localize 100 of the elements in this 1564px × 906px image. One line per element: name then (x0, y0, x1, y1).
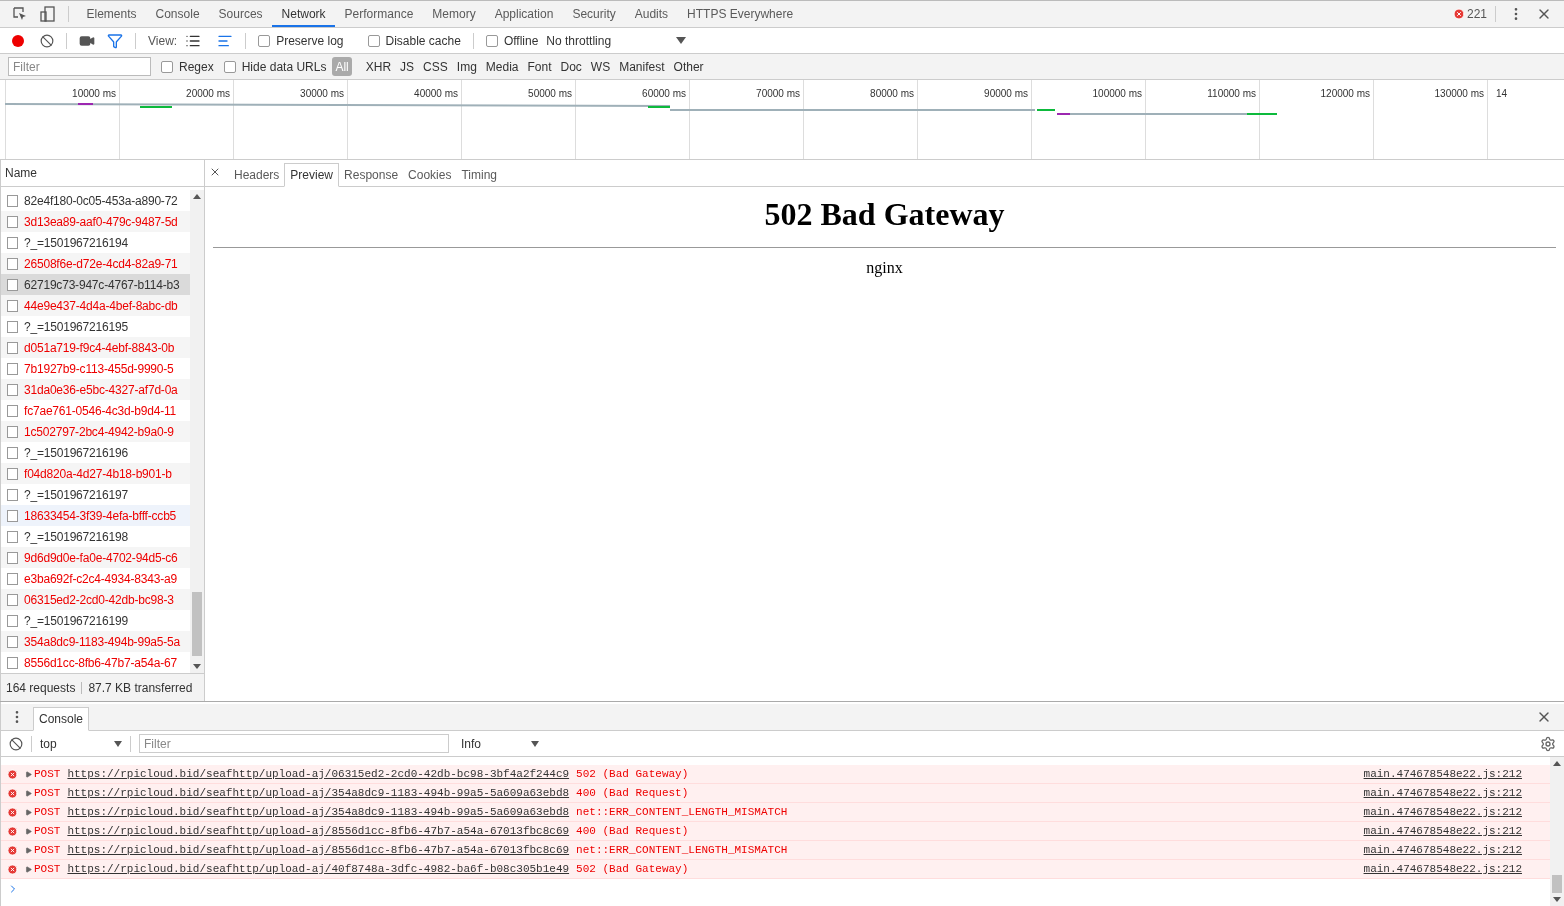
type-filter[interactable]: XHR (362, 57, 395, 76)
error-status: net::ERR_CONTENT_LENGTH_MISMATCH (576, 804, 788, 820)
request-row[interactable]: 26508f6e-d72e-4cd4-82a9-71 (1, 253, 190, 274)
type-filter[interactable]: Media (482, 57, 522, 76)
type-filter[interactable]: JS (397, 57, 418, 76)
source-link[interactable]: main.474678548e22.js:212 (1363, 803, 1522, 821)
close-icon[interactable] (209, 166, 221, 178)
detail-tab[interactable]: Response (339, 163, 404, 187)
panel-tab[interactable]: Audits (625, 1, 678, 27)
panel-tab[interactable]: Network (272, 1, 336, 27)
time-tick-label: 30000 ms (300, 88, 344, 99)
panel-tab[interactable]: Security (562, 1, 626, 27)
request-url[interactable]: https://rpicloud.bid/seafhttp/upload-aj/40f8748a-3dfc-4982-ba6f-b08c305b1e49 (67, 860, 570, 878)
type-filter[interactable]: Other (670, 57, 707, 76)
timeline-overview[interactable]: 10000 ms 20000 ms 30000 ms 40000 ms 50000 ms 60000 ms 70000 ms 80000 ms 90000 ms 100000 ms 110000 ms 120000 ms 130000 ms 14 (0, 80, 1564, 160)
inspect-icon[interactable] (12, 6, 28, 22)
panel-tab[interactable]: Application (485, 1, 563, 27)
error-status: net::ERR_CONTENT_LENGTH_MISMATCH (576, 842, 788, 858)
panel-tab[interactable]: Console (146, 1, 210, 27)
source-link[interactable]: main.474678548e22.js:212 (1363, 765, 1522, 783)
request-row[interactable]: 62719c73-947c-4767-b114-b3 (1, 274, 190, 295)
error-icon (7, 863, 18, 875)
scrollbar[interactable] (190, 190, 204, 673)
checkbox[interactable]: Offline (485, 31, 539, 50)
panel-tab[interactable]: Elements (77, 1, 147, 27)
record-button[interactable] (12, 34, 24, 47)
type-filter[interactable]: Font (524, 57, 555, 76)
request-row[interactable]: d051a719-f9c4-4ebf-8843-0b (1, 337, 190, 358)
console-filter-field[interactable]: Filter (139, 734, 449, 753)
expand-icon[interactable] (25, 808, 32, 816)
throttling-select[interactable]: No throttling (546, 31, 687, 50)
drawer-tab[interactable]: Console (33, 707, 90, 731)
type-filter[interactable]: Img (453, 57, 480, 76)
detail-tab[interactable]: Headers (229, 163, 285, 187)
level-select[interactable]: Info (461, 734, 539, 753)
detail-tab[interactable]: Timing (456, 163, 502, 187)
checkbox[interactable]: Regex (161, 57, 214, 76)
file-icon (7, 362, 18, 375)
expand-icon[interactable] (25, 770, 32, 778)
view-label: View: (148, 32, 178, 50)
checkbox[interactable]: Preserve log (258, 31, 344, 50)
file-icon (7, 320, 18, 333)
checkbox[interactable]: Disable cache (367, 31, 461, 50)
file-icon (7, 341, 18, 354)
request-row[interactable]: 9d6d9d0e-fa0e-4702-94d5-c6 (1, 547, 190, 568)
source-link[interactable]: main.474678548e22.js:212 (1363, 860, 1522, 878)
request-url[interactable]: https://rpicloud.bid/seafhttp/upload-aj/354a8dc9-1183-494b-99a5-5a609a63ebd8 (67, 784, 570, 802)
context-select[interactable]: top (40, 734, 122, 753)
expand-icon[interactable] (25, 865, 32, 873)
file-icon (7, 215, 18, 228)
request-row[interactable]: 31da0e36-e5bc-4327-af7d-0a (1, 379, 190, 400)
detail-tab[interactable]: Cookies (403, 163, 457, 187)
request-method: POST (34, 785, 61, 801)
clear-icon[interactable] (9, 736, 23, 751)
error-icon (7, 844, 18, 856)
expand-icon[interactable] (25, 846, 32, 854)
request-row[interactable]: 3d13ea89-aaf0-479c-9487-5d (1, 211, 190, 232)
request-row[interactable]: 1c502797-2bc4-4942-b9a0-9 (1, 421, 190, 442)
type-filter[interactable]: WS (587, 57, 614, 76)
expand-icon[interactable] (25, 827, 32, 835)
file-icon (7, 551, 18, 564)
request-row[interactable]: 18633454-3f39-4efa-bfff-ccb5 (1, 505, 190, 526)
error-icon (7, 768, 18, 780)
request-row[interactable]: 44e9e437-4d4a-4bef-8abc-db (1, 295, 190, 316)
clear-icon[interactable] (40, 33, 54, 48)
type-filter[interactable]: Manifest (616, 57, 668, 76)
column-header[interactable]: Name (5, 164, 37, 182)
time-tick-label: 120000 ms (1320, 88, 1370, 99)
file-icon (7, 404, 18, 417)
panel-tab[interactable]: Memory (422, 1, 486, 27)
checkbox[interactable]: Hide data URLs (223, 57, 327, 76)
settings-icon[interactable] (1540, 735, 1556, 752)
request-url[interactable]: https://rpicloud.bid/seafhttp/upload-aj/8556d1cc-8fb6-47b7-a54a-67013fbc8c69 (67, 841, 570, 859)
source-link[interactable]: main.474678548e22.js:212 (1363, 822, 1522, 840)
request-url[interactable]: https://rpicloud.bid/seafhttp/upload-aj/06315ed2-2cd0-42db-bc98-3bf4a2f244c9 (67, 765, 570, 783)
device-icon[interactable] (40, 6, 56, 22)
panel-tab[interactable]: Performance (335, 1, 423, 27)
type-filter[interactable]: Doc (557, 57, 585, 76)
request-row[interactable]: 354a8dc9-1183-494b-99a5-5a (1, 631, 190, 652)
request-method: POST (34, 842, 61, 858)
source-link[interactable]: main.474678548e22.js:212 (1363, 841, 1522, 859)
request-row[interactable]: f04d820a-4d27-4b18-b901-b (1, 463, 190, 484)
panel-tab[interactable]: HTTPS Everywhere (677, 1, 803, 27)
filter-icon[interactable] (107, 32, 123, 49)
source-link[interactable]: main.474678548e22.js:212 (1363, 784, 1522, 802)
request-url[interactable]: https://rpicloud.bid/seafhttp/upload-aj/8556d1cc-8fb6-47b7-a54a-67013fbc8c69 (67, 822, 570, 840)
detail-tab[interactable]: Preview (284, 163, 340, 187)
time-tick-label: 14 (1496, 88, 1508, 99)
type-filter[interactable]: CSS (420, 57, 451, 76)
error-icon (7, 825, 18, 837)
time-tick-label: 80000 ms (870, 88, 914, 99)
panel-tab[interactable]: Sources (209, 1, 273, 27)
scrollbar[interactable] (1550, 757, 1564, 906)
request-url[interactable]: https://rpicloud.bid/seafhttp/upload-aj/354a8dc9-1183-494b-99a5-5a609a63ebd8 (67, 803, 570, 821)
expand-icon[interactable] (25, 789, 32, 797)
request-row[interactable]: 06315ed2-2cd0-42db-bc98-3 (1, 589, 190, 610)
error-status: 502 (Bad Gateway) (576, 766, 689, 782)
time-tick-label: 50000 ms (528, 88, 572, 99)
error-count[interactable]: 221 (1466, 5, 1487, 23)
filter-field[interactable]: Filter (8, 57, 151, 76)
